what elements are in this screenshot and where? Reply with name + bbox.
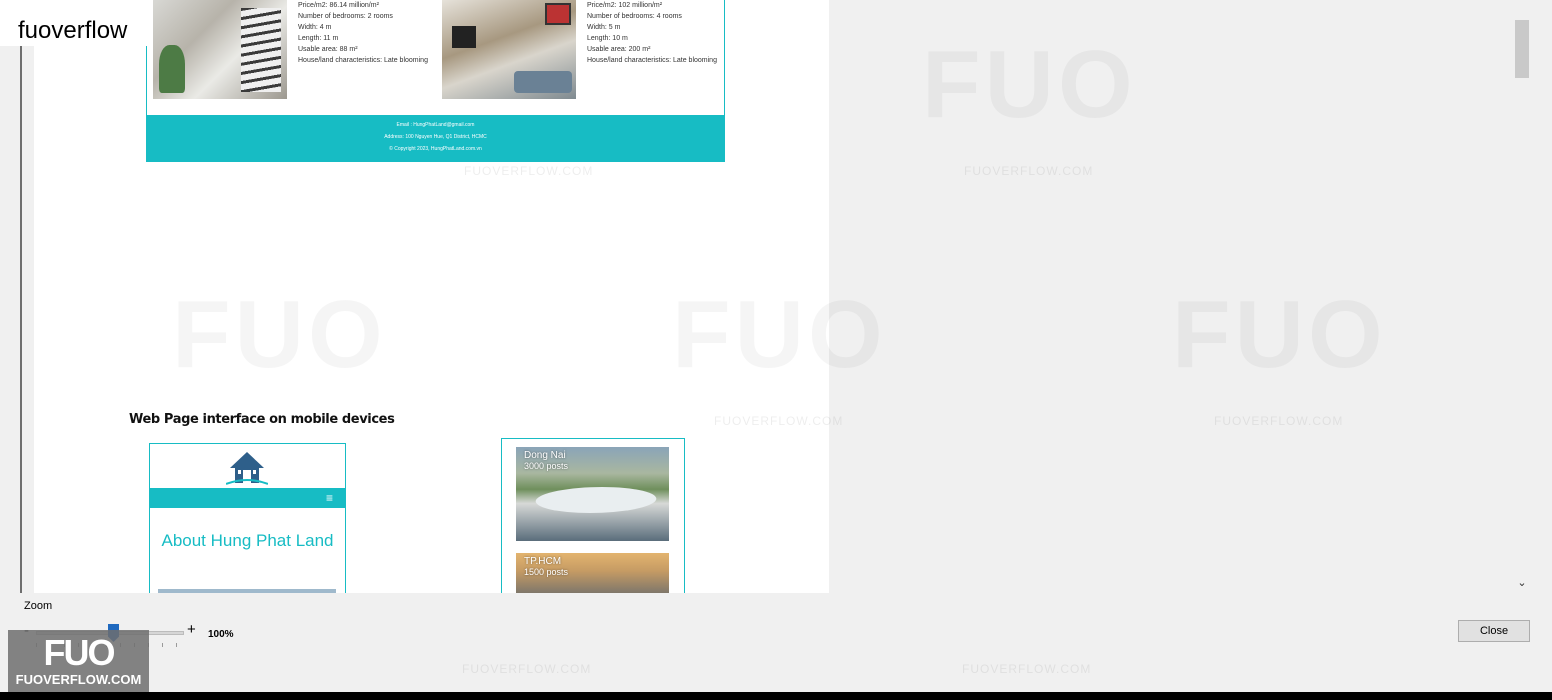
fuo-logo: FUO (43, 632, 116, 673)
scrollbar-thumb[interactable] (1515, 20, 1529, 78)
document-viewer[interactable]: Price/m2: 86.14 million/m² Number of bed… (20, 0, 1517, 593)
zoom-in-button[interactable]: + (187, 621, 196, 638)
location-posts: 3000 posts (524, 461, 569, 471)
location-card-label: TP.HCM 1500 posts (524, 556, 569, 578)
section-heading: Web Page interface on mobile devices (129, 412, 395, 427)
staircase-shape (241, 8, 281, 92)
watermark-text: FUOVERFLOW.COM (962, 662, 1092, 676)
location-card-label: Dong Nai 3000 posts (524, 450, 569, 472)
house-photo-2 (442, 0, 576, 99)
footer-address: Address: 100 Nguyen Hue, Q1 District, HC… (384, 134, 487, 140)
fuo-domain-text: FUOVERFLOW.COM (15, 672, 142, 687)
listing-line: Price/m2: 102 million/m² (587, 2, 663, 9)
listing-line: Width: 4 m (298, 24, 332, 31)
listing-line: Length: 10 m (587, 35, 628, 42)
mobile-nav-bar: ≡ (150, 488, 345, 508)
mobile-preview-locations: Dong Nai 3000 posts TP.HCM 1500 posts (501, 438, 685, 593)
zoom-label: Zoom (24, 600, 53, 612)
listing-line: House/land characteristics: Late bloomin… (587, 57, 717, 64)
watermark-text: FUOVERFLOW.COM (964, 164, 1094, 178)
zoom-value: 100% (208, 629, 234, 640)
listing-line: Width: 5 m (587, 24, 621, 31)
airport-shape (529, 487, 663, 513)
location-card: TP.HCM 1500 posts (516, 553, 669, 593)
listing-line: Number of bedrooms: 4 rooms (587, 13, 682, 20)
watermark-text: FUOVERFLOW.COM (1214, 414, 1344, 428)
desktop-page-preview: Price/m2: 86.14 million/m² Number of bed… (146, 0, 725, 162)
watermark-logo: FUO (1172, 280, 1387, 390)
house-photo-1 (153, 0, 287, 99)
house-logo-icon (226, 452, 268, 485)
watermark-text: FUOVERFLOW.COM (464, 164, 594, 178)
image-strip (158, 589, 336, 593)
footer-email: Email : HungPhatLand@gmail.com (396, 122, 475, 128)
plant-shape (159, 45, 185, 93)
watermark-logo: FUO (172, 280, 387, 390)
listing-info-left: Price/m2: 86.14 million/m² Number of bed… (298, 0, 428, 66)
listing-info-right: Price/m2: 102 million/m² Number of bedro… (587, 0, 717, 66)
watermark-logo: FUO (922, 30, 1137, 140)
app-name-label: fuoverflow (0, 0, 150, 46)
location-posts: 1500 posts (524, 567, 569, 577)
close-button[interactable]: Close (1458, 620, 1530, 642)
tv-shape (452, 26, 476, 48)
location-name: Dong Nai (524, 450, 566, 461)
mobile-preview-about: ≡ About Hung Phat Land (149, 443, 346, 593)
listing-line: Price/m2: 86.14 million/m² (298, 2, 379, 9)
picture-frame-shape (545, 3, 571, 25)
listing-line: Number of bedrooms: 2 rooms (298, 13, 393, 20)
watermark-logo: FUO (672, 280, 887, 390)
listing-line: Usable area: 88 m² (298, 46, 358, 53)
scroll-down-arrow-icon[interactable]: ⌄ (1513, 574, 1531, 592)
footer-copyright: © Copyright 2023, HungPhatLand.com.vn (389, 146, 482, 152)
preview-window: Price/m2: 86.14 million/m² Number of bed… (0, 0, 1552, 692)
listing-line: Usable area: 200 m² (587, 46, 651, 53)
location-card: Dong Nai 3000 posts (516, 447, 669, 541)
watermark-text: FUOVERFLOW.COM (714, 414, 844, 428)
mobile-page-title: About Hung Phat Land (161, 531, 334, 550)
vertical-scrollbar[interactable]: ⌄ (1513, 0, 1531, 593)
listing-line: House/land characteristics: Late bloomin… (298, 57, 428, 64)
listing-line: Length: 11 m (298, 35, 339, 42)
hamburger-menu-icon: ≡ (325, 491, 333, 505)
site-footer: Email : HungPhatLand@gmail.com Address: … (147, 115, 724, 161)
sofa-shape (514, 71, 572, 93)
watermark-text: FUOVERFLOW.COM (462, 662, 592, 676)
location-name: TP.HCM (524, 556, 562, 567)
fuo-watermark-badge: FUO FUOVERFLOW.COM (8, 630, 149, 692)
